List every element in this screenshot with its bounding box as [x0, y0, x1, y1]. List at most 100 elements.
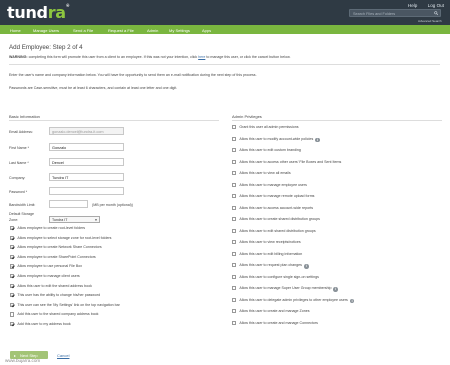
first-name-label: First Name * [9, 146, 29, 150]
basic-option-checkbox[interactable] [10, 254, 15, 259]
admin-privilege-checkbox[interactable] [232, 159, 237, 164]
info-icon[interactable]: i [333, 287, 339, 292]
basic-option-checkbox[interactable] [10, 274, 15, 279]
basic-option-checkbox[interactable] [10, 293, 15, 298]
basic-option-label: Allow employee to create SharePoint Conn… [17, 254, 96, 259]
help-link[interactable]: Help [408, 3, 417, 8]
admin-privilege-checkbox[interactable] [232, 148, 237, 153]
admin-privilege-checkbox[interactable] [232, 182, 237, 187]
basic-option-checkbox[interactable] [10, 226, 15, 231]
admin-privilege-checkbox[interactable] [232, 320, 237, 325]
basic-option-checkbox[interactable] [10, 322, 15, 327]
admin-privilege-row: Allow this user to view receipts/notices [232, 240, 301, 246]
admin-privilege-checkbox[interactable] [232, 240, 237, 245]
email-label: Email Address: [9, 130, 33, 134]
info-icon[interactable]: i [349, 298, 355, 304]
admin-privilege-row: Allow this user to request plan changes i [232, 263, 309, 269]
basic-option-checkbox[interactable] [10, 302, 15, 307]
basic-option-row: Add this user to the shared company addr… [10, 312, 98, 318]
admin-privilege-checkbox[interactable] [232, 136, 237, 141]
nav-send-file[interactable]: Send a File [73, 28, 93, 33]
admin-privilege-label: Allow this user to delegate admin privil… [239, 297, 348, 302]
admin-privilege-checkbox[interactable] [232, 217, 237, 222]
basic-option-label: Add this user to my address book [17, 322, 71, 327]
admin-privilege-label: Allow this user to request plan changes [239, 263, 302, 268]
nav-admin[interactable]: Admin [147, 28, 158, 33]
zone-label: Zone: [9, 218, 19, 222]
admin-privilege-row: Allow this user to edit billing informat… [232, 251, 302, 258]
basic-option-label: Allow employee to create root-level fold… [17, 226, 86, 231]
admin-privilege-checkbox[interactable] [232, 251, 237, 256]
bandwidth-field[interactable] [49, 200, 88, 208]
admin-privilege-label: Allow this user to access other users' F… [239, 159, 342, 164]
divider [9, 120, 219, 121]
admin-privilege-row: Allow this user to delegate admin privil… [232, 297, 355, 304]
storage-label: Default Storage [9, 212, 34, 216]
password-field[interactable] [49, 187, 124, 195]
admin-privilege-row: Allow this user to create shared distrib… [232, 217, 320, 223]
admin-privilege-row: Allow this user to create and manage Con… [232, 320, 318, 327]
basic-option-row: Allow employee to create Network Share C… [10, 245, 102, 251]
nav-home[interactable]: Home [10, 28, 21, 33]
admin-privilege-row: Allow this user to manage remote upload … [232, 194, 314, 200]
admin-privilege-row: Allow this user to view all emails [232, 171, 291, 177]
company-field[interactable]: Tundra IT [49, 173, 124, 181]
admin-privilege-label: Grant this user all admin permissions [239, 125, 299, 130]
search-icon[interactable] [433, 11, 438, 16]
admin-privilege-label: Allow this user to configure single sign… [239, 274, 319, 279]
admin-privilege-label: Allow this user to view receipts/notices [239, 240, 301, 245]
email-field: gonzalo.dencel@tundra-it.com [49, 127, 124, 135]
basic-option-checkbox[interactable] [10, 312, 15, 317]
admin-privilege-row: Allow this user to access account-wide r… [232, 205, 314, 212]
admin-privilege-row: Allow this user to modify account-wide p… [232, 136, 320, 143]
admin-privilege-label: Allow this user to manage Super User Gro… [239, 286, 332, 291]
search-input[interactable]: Search Files and Folders [349, 9, 441, 17]
nav-apps[interactable]: Apps [202, 28, 211, 33]
admin-privilege-label: Allow this user to manage remote upload … [239, 194, 315, 199]
admin-privilege-row: Allow this user to manage Super User Gro… [232, 286, 339, 292]
admin-privilege-row: Allow this user to access other users' F… [232, 159, 342, 166]
last-name-field[interactable]: Dencel [49, 158, 124, 166]
advanced-search-link[interactable]: Advanced Search [418, 19, 442, 23]
basic-option-row: Allow employee to manage client users [10, 274, 80, 280]
basic-option-label: This user can see the 'My Settings' link… [17, 302, 120, 307]
basic-option-label: This user has the ability to change his/… [17, 293, 101, 298]
arrow-right-icon [14, 354, 16, 357]
admin-privilege-checkbox[interactable] [232, 205, 237, 210]
nav-request-file[interactable]: Request a File [108, 28, 134, 33]
basic-option-label: Allow employee to manage client users [17, 274, 80, 279]
logo[interactable]: tundra® [7, 3, 70, 22]
cancel-link[interactable]: Cancel [57, 353, 69, 358]
storage-zone-select[interactable]: Tundra IT ▼ [49, 216, 100, 223]
basic-option-row: Allow employee to use personal File Box [10, 264, 82, 270]
info-icon[interactable]: i [315, 137, 320, 143]
admin-privilege-checkbox[interactable] [232, 286, 237, 291]
admin-privilege-checkbox[interactable] [232, 228, 237, 233]
admin-privilege-label: Allow this user to view all emails [239, 171, 291, 176]
last-name-label: Last Name * [9, 161, 29, 165]
basic-option-label: Allow employee to create Network Share C… [17, 245, 102, 250]
admin-privilege-checkbox[interactable] [232, 263, 237, 268]
basic-option-checkbox[interactable] [10, 283, 15, 288]
basic-option-label: Allow this user to edit the shared addre… [17, 283, 92, 288]
first-name-field[interactable]: Gonzalo [49, 143, 124, 151]
admin-privilege-label: Allow this user to access account-wide r… [239, 205, 314, 210]
nav-manage-users[interactable]: Manage Users [33, 28, 59, 33]
basic-option-checkbox[interactable] [10, 235, 15, 240]
nav-my-settings[interactable]: My Settings [169, 28, 190, 33]
admin-privilege-checkbox[interactable] [232, 171, 237, 176]
basic-option-checkbox[interactable] [10, 245, 15, 250]
admin-privilege-checkbox[interactable] [232, 194, 237, 199]
basic-option-row: This user can see the 'My Settings' link… [10, 302, 120, 309]
bandwidth-label: Bandwidth Limit: [9, 203, 36, 207]
admin-privilege-label: Allow this user to create and manage Con… [239, 320, 318, 325]
basic-info-heading: Basic Information [9, 114, 40, 119]
basic-option-checkbox[interactable] [10, 264, 15, 269]
admin-privilege-checkbox[interactable] [232, 274, 237, 279]
bandwidth-suffix: (MB per month (optional)) [92, 203, 133, 207]
admin-privilege-checkbox[interactable] [232, 125, 237, 130]
info-icon[interactable]: i [303, 264, 309, 269]
logout-link[interactable]: Log Out [428, 3, 444, 8]
admin-privilege-checkbox[interactable] [232, 309, 237, 314]
admin-privilege-checkbox[interactable] [232, 297, 237, 302]
